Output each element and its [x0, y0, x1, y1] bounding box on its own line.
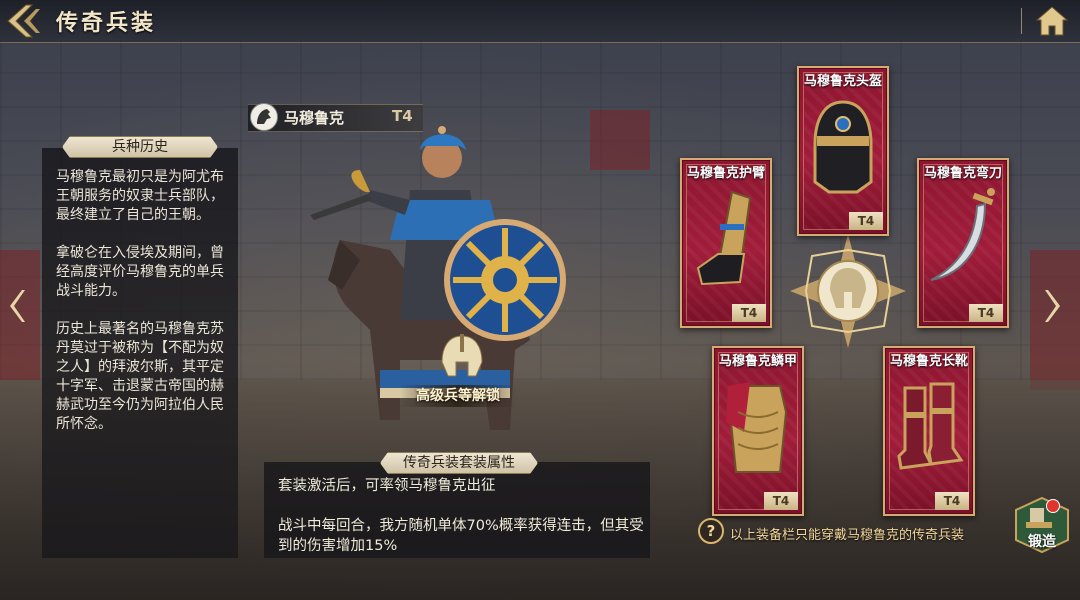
- boots-icon: [897, 382, 964, 470]
- equipment-slot-scimitar[interactable]: 马穆鲁克弯刀 T4: [917, 158, 1009, 328]
- equipment-label: 马穆鲁克护臂: [686, 166, 765, 181]
- scimitar-icon: [930, 188, 995, 281]
- bracer-icon: [696, 190, 752, 286]
- equipment-slot-armor[interactable]: 马穆鲁克鳞甲 T4: [712, 346, 804, 516]
- home-button[interactable]: [1034, 4, 1070, 38]
- back-button[interactable]: [4, 3, 44, 39]
- equipment-label: 马穆鲁克头盔: [803, 74, 882, 89]
- equipment-label: 马穆鲁克长靴: [889, 354, 968, 369]
- mamluk-hero-illustration: [300, 120, 600, 460]
- unlock-requirement-label: 高级兵等解锁: [400, 385, 516, 407]
- history-paragraph: 拿破仑在入侵埃及期间，曾经高度评价马穆鲁克的单兵战斗能力。: [56, 245, 224, 299]
- home-icon: [1035, 6, 1069, 36]
- next-unit-button[interactable]: [1044, 288, 1064, 324]
- tier-badge: T4: [969, 304, 1003, 322]
- cavalry-icon: [250, 103, 278, 131]
- equipment-hint-text: 以上装备栏只能穿戴马穆鲁克的传奇兵装: [730, 528, 965, 543]
- scale-armor-icon: [726, 382, 788, 473]
- equipment-slot-boots[interactable]: 马穆鲁克长靴 T4: [883, 346, 975, 516]
- equipment-label: 马穆鲁克鳞甲: [718, 354, 797, 369]
- page-title: 传奇兵装: [56, 11, 157, 36]
- question-icon[interactable]: ?: [698, 518, 724, 544]
- spartan-helmet-badge-icon: [432, 332, 492, 382]
- set-bonus-line: 套装激活后，可率领马穆鲁克出征: [278, 478, 496, 494]
- tier-badge: T4: [764, 492, 798, 510]
- notification-dot: [1046, 499, 1060, 513]
- set-bonus-line: 战斗中每回合，我方随机单体70%概率获得连击，但其受到的伤害增加15%: [278, 518, 644, 554]
- tier-badge: T4: [849, 212, 883, 230]
- tier-badge: T4: [935, 492, 969, 510]
- top-bar: 传奇兵装: [0, 0, 1080, 43]
- legendary-emblem-icon: [788, 232, 908, 350]
- previous-unit-button[interactable]: [6, 288, 26, 324]
- chevron-left-icon: [10, 290, 25, 322]
- history-paragraph: 历史上最著名的马穆鲁克苏丹莫过于被称为【不配为奴之人】的拜波尔斯，其平定十字军、…: [56, 321, 224, 432]
- equipment-label: 马穆鲁克弯刀: [923, 166, 1002, 181]
- history-text: 马穆鲁克最初只是为阿尤布王朝服务的奴隶士兵部队，最终建立了自己的王朝。 拿破仑在…: [56, 168, 236, 453]
- forge-label: 锻造: [1028, 534, 1056, 550]
- chevron-right-icon: [1045, 290, 1060, 322]
- history-tab: 兵种历史: [62, 136, 218, 158]
- set-bonus-text: 套装激活后，可率领马穆鲁克出征 战斗中每回合，我方随机单体70%概率获得连击，但…: [278, 476, 648, 576]
- back-arrow-icon: [7, 4, 40, 38]
- equipment-slot-bracer[interactable]: 马穆鲁克护臂 T4: [680, 158, 772, 328]
- equipment-slot-helmet[interactable]: 马穆鲁克头盔 T4: [797, 66, 889, 236]
- divider: [1021, 8, 1022, 34]
- tier-badge: T4: [732, 304, 766, 322]
- history-paragraph: 马穆鲁克最初只是为阿尤布王朝服务的奴隶士兵部队，最终建立了自己的王朝。: [56, 169, 224, 223]
- set-bonus-tab: 传奇兵装套装属性: [380, 452, 538, 474]
- helmet-icon: [813, 100, 873, 194]
